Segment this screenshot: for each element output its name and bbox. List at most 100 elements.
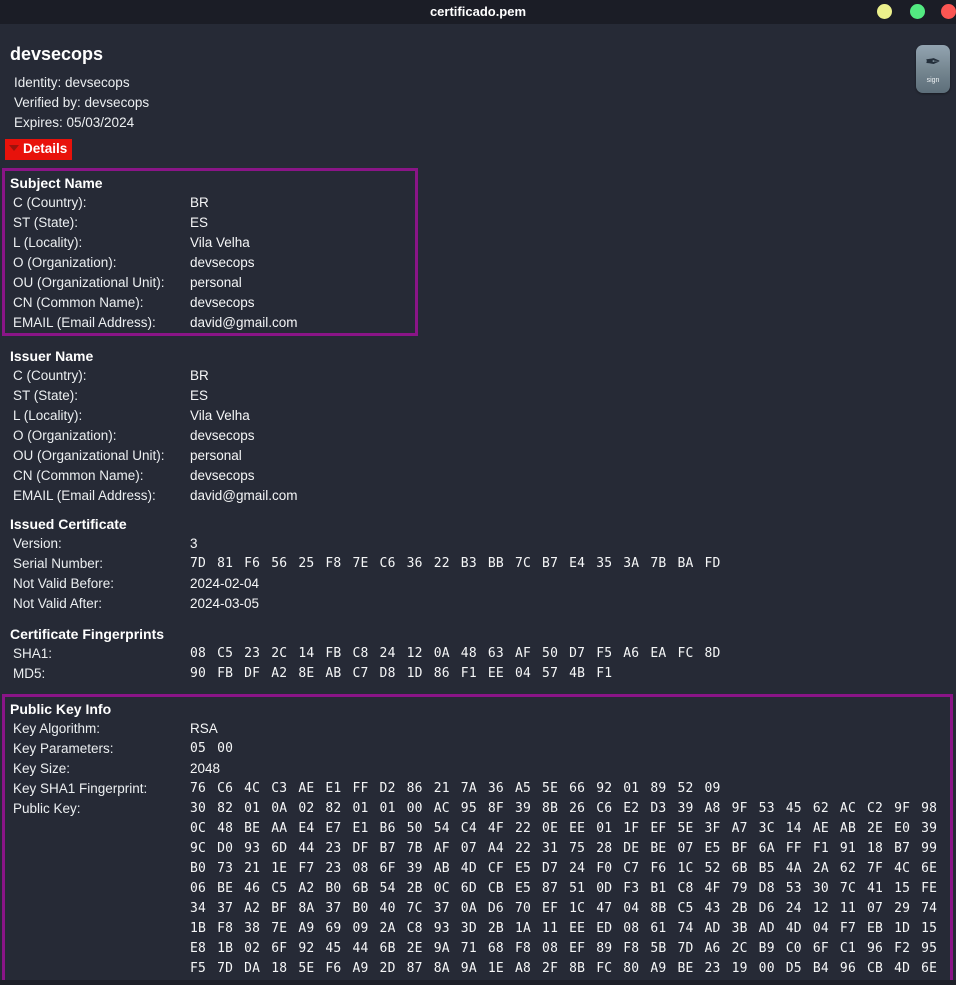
- field-label: ST (State):: [13, 213, 190, 233]
- field-row: OU (Organizational Unit): personal: [5, 273, 415, 293]
- field-label: Key SHA1 Fingerprint:: [13, 779, 190, 799]
- field-row: Version: 3: [5, 534, 953, 554]
- maximize-button[interactable]: [910, 4, 925, 19]
- field-value: david@gmail.com: [190, 313, 298, 333]
- field-row: ST (State): ES: [5, 386, 953, 406]
- field-row: EMAIL (Email Address): david@gmail.com: [5, 313, 415, 333]
- field-label: Key Algorithm:: [13, 719, 190, 739]
- public-key-line: 1B F8 38 7E A9 69 09 2A C8 93 3D 2B 1A 1…: [190, 919, 937, 939]
- field-value: devsecops: [190, 426, 255, 446]
- field-label: OU (Organizational Unit):: [13, 446, 190, 466]
- field-row: O (Organization): devsecops: [5, 253, 415, 273]
- field-value: 3: [190, 534, 198, 554]
- public-key-line: 34 37 A2 BF 8A 37 B0 40 7C 37 0A D6 70 E…: [190, 899, 937, 919]
- field-label: EMAIL (Email Address):: [13, 313, 190, 333]
- field-label: Serial Number:: [13, 554, 190, 574]
- public-key-line: 0C 48 BE AA E4 E7 E1 B6 50 54 C4 4F 22 0…: [190, 819, 937, 839]
- public-key-line: 30 82 01 0A 02 82 01 01 00 AC 95 8F 39 8…: [190, 799, 937, 819]
- field-value: BR: [190, 366, 209, 386]
- field-row: ST (State): ES: [5, 213, 415, 233]
- field-row: Key Parameters: 05 00: [5, 739, 950, 759]
- minimize-button[interactable]: [877, 4, 892, 19]
- certificate-name: devsecops: [10, 44, 103, 65]
- key-sha1-fingerprint-value: 76 C6 4C C3 AE E1 FF D2 86 21 7A 36 A5 5…: [190, 779, 721, 799]
- field-row: Not Valid Before: 2024-02-04: [5, 574, 953, 594]
- field-row: L (Locality): Vila Velha: [5, 406, 953, 426]
- window-title: certificado.pem: [0, 0, 956, 24]
- issuer-name-section: Issuer Name C (Country): BR ST (State): …: [2, 344, 953, 506]
- section-heading: Public Key Info: [5, 697, 950, 719]
- field-label: Not Valid After:: [13, 594, 190, 614]
- field-value: devsecops: [190, 466, 255, 486]
- field-label: MD5:: [13, 664, 190, 684]
- field-label: O (Organization):: [13, 426, 190, 446]
- verified-by-line: Verified by: devsecops: [14, 93, 149, 113]
- field-value: 2024-03-05: [190, 594, 259, 614]
- field-value: 2024-02-04: [190, 574, 259, 594]
- public-key-line: 9C D0 93 6D 44 23 DF B7 7B AF 07 A4 22 3…: [190, 839, 937, 859]
- field-row: Not Valid After: 2024-03-05: [5, 594, 953, 614]
- field-row: L (Locality): Vila Velha: [5, 233, 415, 253]
- field-label: L (Locality):: [13, 406, 190, 426]
- field-value: Vila Velha: [190, 406, 250, 426]
- field-row: C (Country): BR: [5, 366, 953, 386]
- field-label: L (Locality):: [13, 233, 190, 253]
- field-label: Not Valid Before:: [13, 574, 190, 594]
- section-heading: Subject Name: [5, 171, 415, 193]
- details-expander[interactable]: Details: [5, 139, 72, 160]
- field-row: C (Country): BR: [5, 193, 415, 213]
- field-row: O (Organization): devsecops: [5, 426, 953, 446]
- field-label: Public Key:: [13, 799, 190, 985]
- field-value: personal: [190, 273, 242, 293]
- pen-nib-icon: ✒: [916, 45, 950, 79]
- field-row: Key Algorithm: RSA: [5, 719, 950, 739]
- field-row: SHA1: 08 C5 23 2C 14 FB C8 24 12 0A 48 6…: [5, 644, 953, 664]
- field-value: devsecops: [190, 253, 255, 273]
- field-label: CN (Common Name):: [13, 466, 190, 486]
- field-label: O (Organization):: [13, 253, 190, 273]
- key-algorithm-value: RSA: [190, 719, 218, 739]
- section-heading: Certificate Fingerprints: [5, 622, 953, 644]
- section-heading: Issuer Name: [5, 344, 953, 366]
- certificate-badge: ✒ sign: [916, 45, 950, 93]
- field-value: BR: [190, 193, 209, 213]
- field-label: SHA1:: [13, 644, 190, 664]
- expires-line: Expires: 05/03/2024: [14, 113, 134, 133]
- field-label: EMAIL (Email Address):: [13, 486, 190, 506]
- field-row: CN (Common Name): devsecops: [5, 466, 953, 486]
- sha1-fingerprint-value: 08 C5 23 2C 14 FB C8 24 12 0A 48 63 AF 5…: [190, 644, 721, 664]
- md5-fingerprint-value: 90 FB DF A2 8E AB C7 D8 1D 86 F1 EE 04 5…: [190, 664, 612, 684]
- chevron-down-icon: [9, 145, 19, 151]
- field-row: CN (Common Name): devsecops: [5, 293, 415, 313]
- field-label: OU (Organizational Unit):: [13, 273, 190, 293]
- identity-line: Identity: devsecops: [14, 73, 130, 93]
- field-row: EMAIL (Email Address): david@gmail.com: [5, 486, 953, 506]
- field-label: C (Country):: [13, 366, 190, 386]
- field-value: ES: [190, 386, 208, 406]
- public-key-row: Public Key: 30 82 01 0A 02 82 01 01 00 A…: [5, 799, 950, 985]
- field-row: Key SHA1 Fingerprint: 76 C6 4C C3 AE E1 …: [5, 779, 950, 799]
- field-row: MD5: 90 FB DF A2 8E AB C7 D8 1D 86 F1 EE…: [5, 664, 953, 684]
- window-bottom-edge: [0, 980, 956, 985]
- public-key-line: B0 73 21 1E F7 23 08 6F 39 AB 4D CF E5 D…: [190, 859, 937, 879]
- sign-badge-caption: sign: [916, 77, 950, 85]
- field-label: ST (State):: [13, 386, 190, 406]
- key-parameters-value: 05 00: [190, 739, 233, 759]
- field-row: Serial Number: 7D 81 F6 56 25 F8 7E C6 3…: [5, 554, 953, 574]
- field-value: Vila Velha: [190, 233, 250, 253]
- field-value: devsecops: [190, 293, 255, 313]
- serial-number-value: 7D 81 F6 56 25 F8 7E C6 36 22 B3 BB 7C B…: [190, 554, 721, 574]
- public-key-line: 06 BE 46 C5 A2 B0 6B 54 2B 0C 6D CB E5 8…: [190, 879, 937, 899]
- public-key-value: 30 82 01 0A 02 82 01 01 00 AC 95 8F 39 8…: [190, 799, 937, 985]
- public-key-line: E8 1B 02 6F 92 45 44 6B 2E 9A 71 68 F8 0…: [190, 939, 937, 959]
- field-label: Key Size:: [13, 759, 190, 779]
- field-label: Version:: [13, 534, 190, 554]
- field-label: Key Parameters:: [13, 739, 190, 759]
- subject-name-section: Subject Name C (Country): BR ST (State):…: [2, 168, 418, 336]
- field-row: Key Size: 2048: [5, 759, 950, 779]
- field-label: C (Country):: [13, 193, 190, 213]
- close-button[interactable]: [941, 4, 956, 19]
- section-heading: Issued Certificate: [5, 512, 953, 534]
- certificate-viewer-window: certificado.pem devsecops Identity: devs…: [0, 0, 956, 985]
- field-value: david@gmail.com: [190, 486, 298, 506]
